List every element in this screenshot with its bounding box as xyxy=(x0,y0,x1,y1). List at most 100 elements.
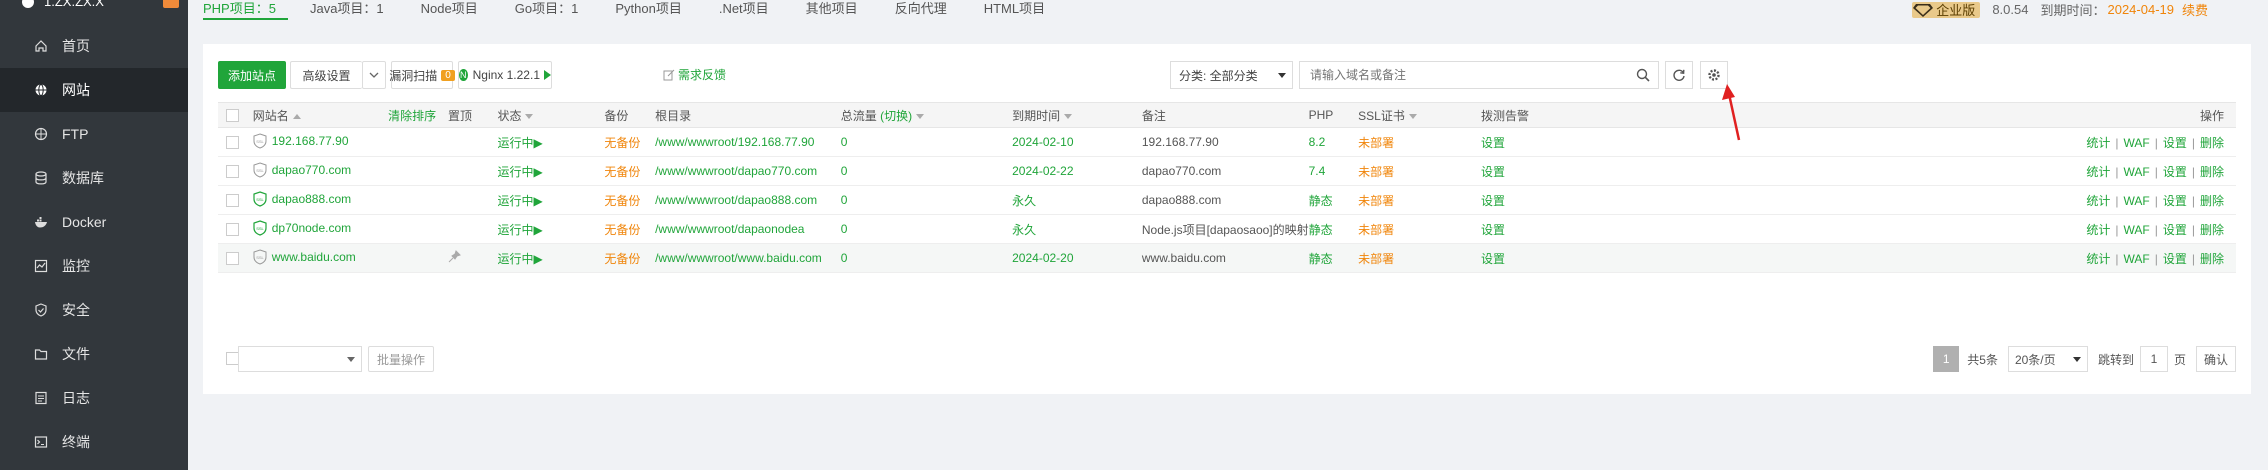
waf-link[interactable]: WAF xyxy=(2124,252,2150,266)
site-name-link[interactable]: SSL www.baidu.com xyxy=(253,248,356,265)
expire-date-link[interactable]: 永久 xyxy=(1012,223,1036,237)
stats-link[interactable]: 统计 xyxy=(2086,165,2110,179)
waf-link[interactable]: WAF xyxy=(2124,223,2150,237)
refresh-button[interactable] xyxy=(1665,61,1693,89)
sidebar-item-docker[interactable]: Docker xyxy=(0,200,188,244)
col-status[interactable]: 状态 xyxy=(497,102,605,128)
alarm-settings-link[interactable]: 设置 xyxy=(1481,194,1505,208)
tab-java[interactable]: Java项目：1 xyxy=(310,0,399,18)
settings-link[interactable]: 设置 xyxy=(2163,223,2187,237)
backup-link[interactable]: 无备份 xyxy=(604,165,640,179)
waf-link[interactable]: WAF xyxy=(2124,194,2150,208)
ssl-status-link[interactable]: 未部署 xyxy=(1358,136,1394,150)
tab-node[interactable]: Node项目 xyxy=(421,0,493,18)
traffic-switch-link[interactable]: (切换) xyxy=(880,109,912,123)
alarm-settings-link[interactable]: 设置 xyxy=(1481,136,1505,150)
expire-date-link[interactable]: 永久 xyxy=(1012,194,1036,208)
search-input[interactable] xyxy=(1308,62,1632,88)
note-field[interactable]: dapao888.com xyxy=(1142,193,1221,207)
sidebar-item-monitor[interactable]: 监控 xyxy=(0,244,188,288)
settings-link[interactable]: 设置 xyxy=(2163,165,2187,179)
ssl-status-link[interactable]: 未部署 xyxy=(1358,194,1394,208)
sidebar-item-security[interactable]: 安全 xyxy=(0,288,188,332)
stats-link[interactable]: 统计 xyxy=(2086,223,2110,237)
row-checkbox[interactable] xyxy=(226,252,239,266)
advanced-settings-dropdown[interactable] xyxy=(362,61,386,89)
php-version-link[interactable]: 8.2 xyxy=(1309,135,1326,149)
stats-link[interactable]: 统计 xyxy=(2086,194,2110,208)
col-traffic[interactable]: 总流量 (切换) xyxy=(840,102,1013,128)
batch-operation-select[interactable] xyxy=(238,346,362,372)
note-field[interactable]: 192.168.77.90 xyxy=(1142,135,1219,149)
row-checkbox[interactable] xyxy=(226,136,239,150)
expire-date-link[interactable]: 2024-02-10 xyxy=(1012,135,1073,149)
expire-date-link[interactable]: 2024-02-20 xyxy=(1012,251,1073,265)
sidebar-item-terminal[interactable]: 终端 xyxy=(0,420,188,464)
php-version-link[interactable]: 静态 xyxy=(1309,252,1333,266)
row-checkbox[interactable] xyxy=(226,165,239,179)
tab-other[interactable]: 其他项目 xyxy=(806,0,873,18)
backup-link[interactable]: 无备份 xyxy=(604,136,640,150)
clear-sort-link[interactable]: 清除排序 xyxy=(388,102,448,128)
settings-link[interactable]: 设置 xyxy=(2163,252,2187,266)
feedback-link[interactable]: 需求反馈 xyxy=(663,66,726,83)
alarm-settings-link[interactable]: 设置 xyxy=(1481,252,1505,266)
alarm-settings-link[interactable]: 设置 xyxy=(1481,223,1505,237)
note-field[interactable]: www.baidu.com xyxy=(1142,251,1226,265)
site-name-link[interactable]: SSL dp70node.com xyxy=(253,219,351,236)
advanced-settings-button[interactable]: 高级设置 xyxy=(290,61,362,89)
tab-dotnet[interactable]: .Net项目 xyxy=(719,0,784,18)
alarm-settings-link[interactable]: 设置 xyxy=(1481,165,1505,179)
notification-badge[interactable] xyxy=(163,0,179,8)
site-name-link[interactable]: SSL dapao888.com xyxy=(253,190,351,207)
row-checkbox[interactable] xyxy=(226,194,239,208)
root-dir-link[interactable]: /www/wwwroot/dapao770.com xyxy=(655,164,817,178)
tab-go[interactable]: Go项目：1 xyxy=(515,0,594,18)
delete-link[interactable]: 删除 xyxy=(2200,194,2224,208)
sidebar-item-ftp[interactable]: FTP xyxy=(0,112,188,156)
sidebar-item-logs[interactable]: 日志 xyxy=(0,376,188,420)
sidebar-item-database[interactable]: 数据库 xyxy=(0,156,188,200)
table-settings-button[interactable] xyxy=(1700,61,1728,89)
waf-link[interactable]: WAF xyxy=(2124,136,2150,150)
site-name-link[interactable]: SSL dapao770.com xyxy=(253,161,351,178)
php-version-link[interactable]: 静态 xyxy=(1309,194,1333,208)
settings-link[interactable]: 设置 xyxy=(2163,136,2187,150)
tab-html[interactable]: HTML项目 xyxy=(984,0,1060,18)
search-icon[interactable] xyxy=(1636,68,1650,82)
ssl-status-link[interactable]: 未部署 xyxy=(1358,252,1394,266)
expire-date-link[interactable]: 2024-02-22 xyxy=(1012,164,1073,178)
page-current[interactable]: 1 xyxy=(1933,346,1960,372)
search-field[interactable] xyxy=(1299,61,1659,89)
delete-link[interactable]: 删除 xyxy=(2200,136,2224,150)
stats-link[interactable]: 统计 xyxy=(2086,252,2110,266)
row-checkbox[interactable] xyxy=(226,223,239,237)
nginx-button[interactable]: N Nginx 1.22.1 xyxy=(458,61,552,89)
php-version-link[interactable]: 静态 xyxy=(1309,223,1333,237)
ssl-status-link[interactable]: 未部署 xyxy=(1358,223,1394,237)
tab-python[interactable]: Python项目 xyxy=(615,0,696,18)
backup-link[interactable]: 无备份 xyxy=(604,194,640,208)
col-name[interactable]: 网站名 xyxy=(252,102,389,128)
sidebar-item-website[interactable]: 网站 xyxy=(0,68,188,112)
root-dir-link[interactable]: /www/wwwroot/dapao888.com xyxy=(655,193,817,207)
col-ssl[interactable]: SSL证书 xyxy=(1358,102,1481,128)
waf-link[interactable]: WAF xyxy=(2124,165,2150,179)
goto-confirm-button[interactable]: 确认 xyxy=(2195,346,2236,372)
tab-php[interactable]: PHP项目：5 xyxy=(203,0,288,20)
status-toggle[interactable]: 运行中▶ xyxy=(497,136,542,150)
site-name-link[interactable]: SSL 192.168.77.90 xyxy=(253,132,349,149)
ssl-status-link[interactable]: 未部署 xyxy=(1358,165,1394,179)
backup-link[interactable]: 无备份 xyxy=(604,223,640,237)
backup-link[interactable]: 无备份 xyxy=(604,252,640,266)
delete-link[interactable]: 删除 xyxy=(2200,252,2224,266)
add-site-button[interactable]: 添加站点 xyxy=(218,61,286,89)
goto-page-input[interactable]: 1 xyxy=(2139,346,2168,372)
root-dir-link[interactable]: /www/wwwroot/dapaonodea xyxy=(655,222,804,236)
page-size-select[interactable]: 20条/页 xyxy=(2007,346,2088,372)
vuln-scan-button[interactable]: 漏洞扫描 0 xyxy=(389,61,455,89)
delete-link[interactable]: 删除 xyxy=(2200,223,2224,237)
status-toggle[interactable]: 运行中▶ xyxy=(497,165,542,179)
category-select[interactable]: 分类: 全部分类 xyxy=(1170,61,1293,89)
tab-reverse-proxy[interactable]: 反向代理 xyxy=(895,0,962,18)
